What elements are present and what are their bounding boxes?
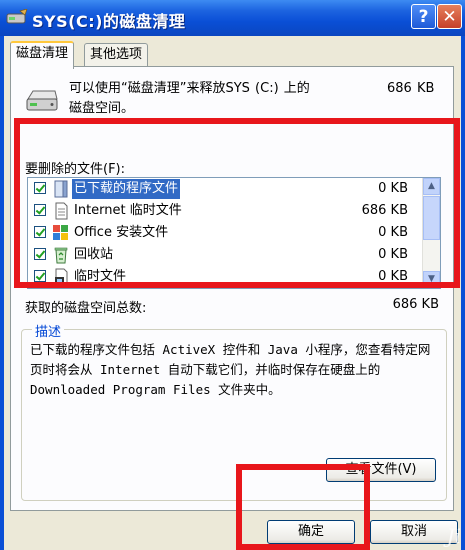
highlight-box [14, 118, 460, 288]
tab-more-options[interactable]: 其他选项 [84, 43, 149, 66]
intro-text: 可以使用“磁盘清理”来释放SYS (C:) 上的 686 KB 磁盘空间。 [69, 79, 441, 119]
cancel-button[interactable]: 取消 [370, 520, 458, 544]
description-group: 描述 已下载的程序文件包括 ActiveX 控件和 Java 小程序，您查看特定… [21, 321, 447, 501]
title-bar: SYS(C:)的磁盘清理 ? ✕ [0, 0, 465, 36]
ok-highlight-box [236, 464, 370, 550]
close-button[interactable]: ✕ [437, 4, 462, 29]
watermark: Ji [446, 524, 461, 548]
total-label: 获取的磁盘空间总数: [25, 301, 147, 316]
description-title: 描述 [32, 321, 65, 340]
description-text: 已下载的程序文件包括 ActiveX 控件和 Java 小程序，您查看特定网页时… [30, 342, 431, 397]
hard-drive-icon [26, 90, 58, 111]
intro-size: 686 KB [387, 81, 435, 96]
window-title: SYS(C:)的磁盘清理 [32, 12, 186, 31]
disk-cleanup-icon [6, 9, 28, 24]
total-value: 686 KB [392, 297, 439, 312]
intro-line1: 可以使用“磁盘清理”来释放SYS (C:) 上的 [69, 81, 310, 96]
dialog: 磁盘清理 其他选项 可以使用“磁盘清理”来释放SYS (C:) 上的 686 K… [4, 36, 461, 550]
tab-disk-cleanup[interactable]: 磁盘清理 [10, 41, 75, 69]
help-button[interactable]: ? [411, 4, 436, 29]
intro-line2: 磁盘空间。 [69, 101, 135, 116]
